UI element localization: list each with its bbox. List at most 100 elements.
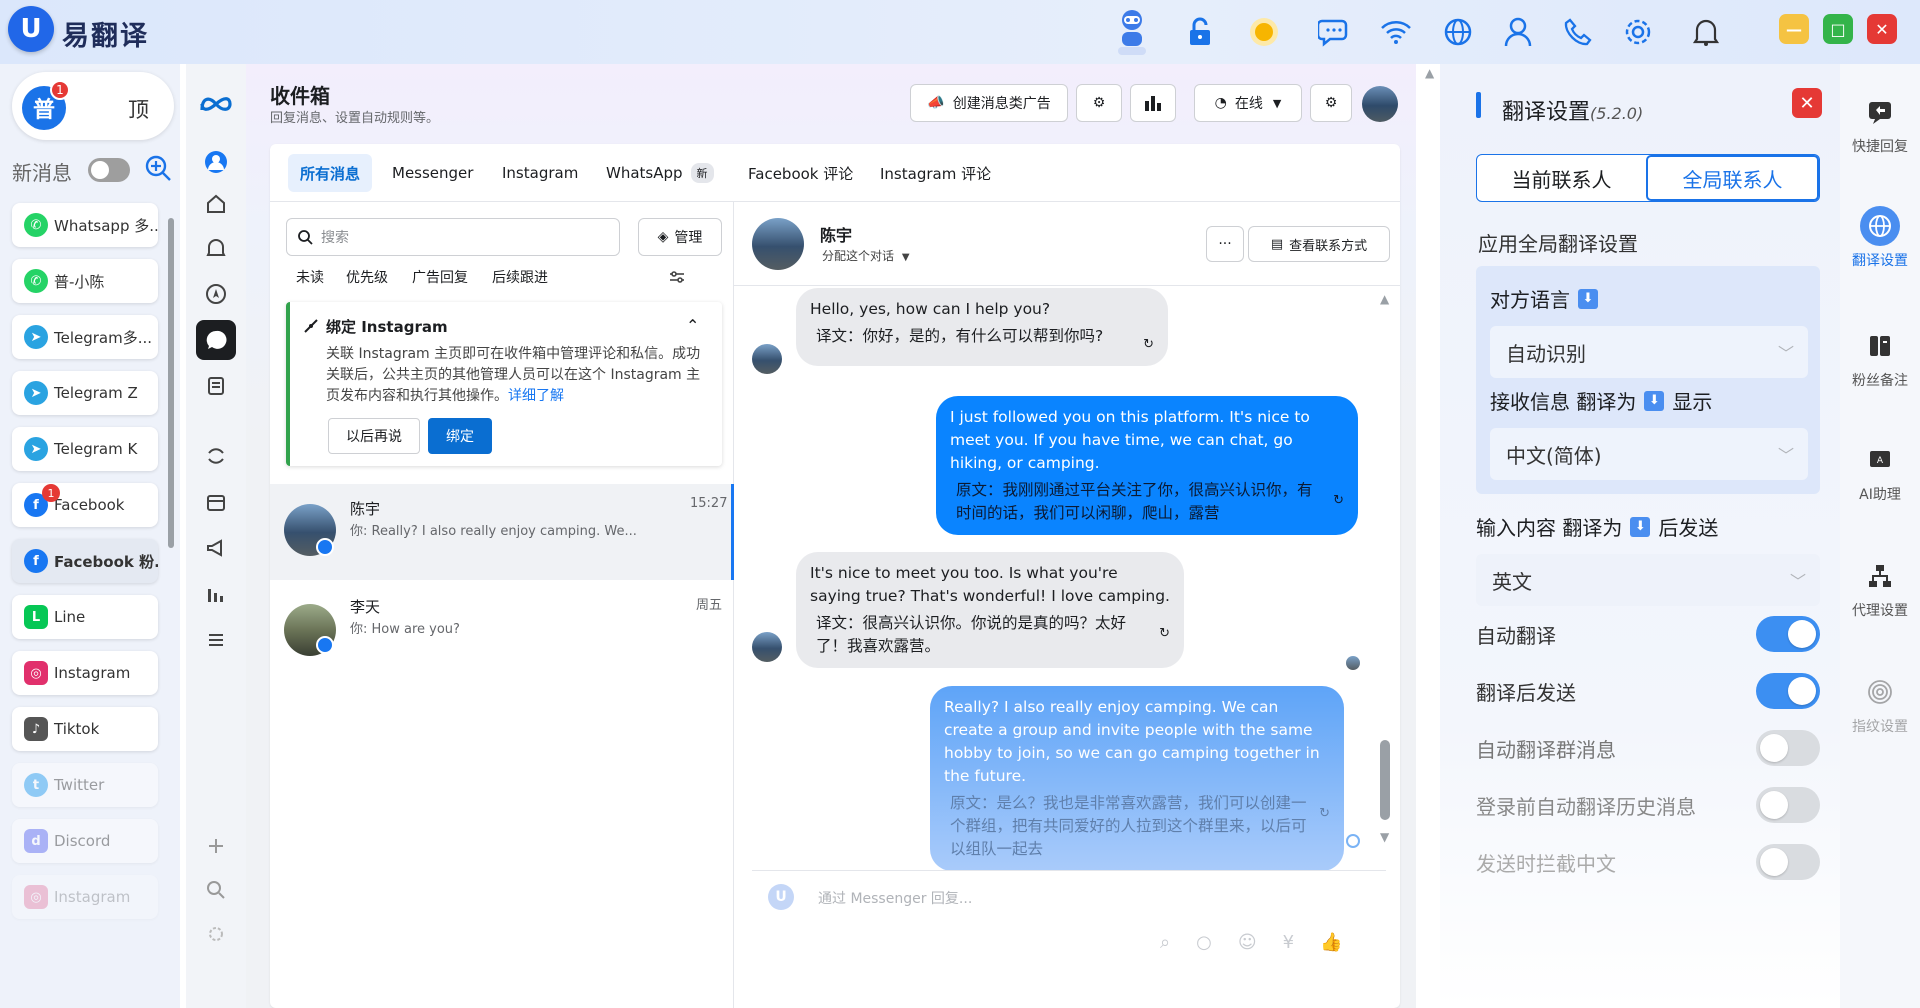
globe-icon[interactable] — [1440, 14, 1476, 50]
account-item[interactable]: ✆ 普-小陈 — [12, 259, 158, 303]
fan-notes-tool[interactable]: 粉丝备注 — [1840, 326, 1920, 390]
tab-messenger[interactable]: Messenger — [380, 154, 485, 192]
conversation-row[interactable] — [270, 582, 734, 678]
tab-instagram[interactable]: Instagram — [490, 154, 590, 192]
close-window-button[interactable]: ✕ — [1867, 14, 1897, 44]
attachment-icon[interactable]: ⌕ — [1160, 932, 1170, 953]
filter-follow-up[interactable]: 后续跟进 — [492, 264, 548, 290]
emoji-icon[interactable]: ☺ — [1238, 932, 1257, 953]
bind-button[interactable]: 绑定 — [428, 418, 492, 454]
campaign-icon[interactable] — [196, 436, 236, 476]
scroll-down-icon[interactable]: ▼ — [1380, 830, 1389, 844]
add-account-icon[interactable] — [144, 154, 172, 182]
insights-button[interactable] — [1130, 84, 1176, 122]
current-contact-tab[interactable]: 当前联系人 — [1477, 155, 1646, 201]
inbox-icon[interactable] — [196, 320, 236, 360]
retranslate-icon[interactable]: ↻ — [1159, 622, 1170, 658]
compass-icon[interactable] — [196, 274, 236, 314]
proxy-settings-tool[interactable]: 代理设置 — [1840, 556, 1920, 620]
tab-facebook-comments[interactable]: Facebook 评论 — [736, 154, 865, 192]
unlock-icon[interactable] — [1182, 14, 1218, 50]
account-list-scrollbar[interactable] — [168, 218, 174, 548]
settings-icon[interactable] — [196, 914, 236, 954]
megaphone-icon[interactable] — [196, 528, 236, 568]
add-icon[interactable] — [196, 826, 236, 866]
account-item[interactable]: f Facebook 粉... — [12, 539, 158, 583]
account-item[interactable]: ➤ Telegram多... — [12, 315, 158, 359]
fingerprint-settings-tool[interactable]: 指纹设置 — [1840, 672, 1920, 736]
filter-settings-icon[interactable] — [668, 268, 686, 286]
new-message-toggle[interactable] — [88, 158, 130, 182]
account-item[interactable]: ➤ Telegram K — [12, 427, 158, 471]
close-panel-button[interactable]: ✕ — [1792, 88, 1822, 118]
receive-language-select[interactable]: 中文(简体) ﹀ — [1490, 428, 1808, 480]
account-item[interactable]: ♪ Tiktok — [12, 707, 158, 751]
filter-unread[interactable]: 未读 — [296, 264, 324, 290]
like-icon[interactable]: 👍 — [1320, 932, 1342, 953]
translation-settings-tool[interactable]: 翻译设置 — [1840, 206, 1920, 270]
scroll-up-icon[interactable]: ▲ — [1380, 292, 1389, 306]
menu-icon[interactable] — [196, 620, 236, 660]
reply-input[interactable]: 通过 Messenger 回复... — [818, 888, 972, 908]
translate-toggle-icon[interactable]: U — [768, 884, 794, 910]
collapse-icon[interactable]: ⌃ — [686, 316, 699, 335]
other-language-select[interactable]: 自动识别 ﹀ — [1490, 326, 1808, 378]
input-language-select[interactable]: 英文 ﹀ — [1476, 554, 1820, 606]
search-input[interactable]: 搜索 — [286, 218, 620, 256]
tab-instagram-comments[interactable]: Instagram 评论 — [868, 154, 1003, 192]
later-button[interactable]: 以后再说 — [328, 418, 420, 454]
main-scrollbar[interactable] — [1424, 64, 1438, 1008]
more-options-button[interactable]: ··· — [1206, 226, 1244, 262]
assign-conversation-dropdown[interactable]: 分配这个对话 ▼ — [822, 247, 910, 264]
scroll-up-icon[interactable]: ▲ — [1425, 66, 1434, 80]
page-avatar[interactable] — [1362, 86, 1398, 122]
gear-icon[interactable] — [1620, 14, 1656, 50]
pages-icon[interactable] — [196, 366, 236, 406]
insights-icon[interactable] — [196, 574, 236, 614]
auto-translate-toggle[interactable] — [1756, 616, 1820, 652]
block-chinese-toggle[interactable] — [1756, 844, 1820, 880]
status-dropdown[interactable]: ◔ 在线 ▼ — [1194, 84, 1302, 122]
chat-scrollbar[interactable] — [1380, 740, 1390, 820]
account-item[interactable]: ➤ Telegram Z — [12, 371, 158, 415]
learn-more-link[interactable]: 详细了解 — [508, 388, 564, 404]
message-bubble-incoming[interactable]: It's nice to meet you too. Is what you'r… — [796, 552, 1184, 668]
create-message-ad-button[interactable]: 📣 创建消息类广告 — [910, 84, 1068, 122]
quick-reply-tool[interactable]: 快捷回复 — [1840, 92, 1920, 156]
tab-all-messages[interactable]: 所有消息 — [288, 154, 373, 192]
wifi-icon[interactable] — [1378, 14, 1414, 50]
sun-icon[interactable] — [1246, 14, 1282, 50]
message-bubble-incoming[interactable]: Hello, yes, how can I help you? 译文：你好，是的… — [796, 288, 1168, 366]
translate-history-toggle[interactable] — [1756, 787, 1820, 823]
account-item[interactable]: ◎ Instagram — [12, 875, 158, 919]
retranslate-icon[interactable]: ↻ — [1143, 333, 1154, 356]
account-avatar-icon[interactable] — [196, 142, 236, 182]
user-icon[interactable] — [1500, 14, 1536, 50]
bell-icon[interactable] — [1688, 14, 1724, 50]
contact-avatar[interactable] — [752, 218, 804, 270]
filter-ad-replies[interactable]: 广告回复 — [412, 264, 468, 290]
home-icon[interactable] — [196, 184, 236, 224]
account-item[interactable]: ◎ Instagram — [12, 651, 158, 695]
settings-button[interactable]: ⚙ — [1310, 84, 1352, 122]
chat-bubbles-icon[interactable] — [1316, 14, 1352, 50]
account-item[interactable]: ✆ Whatsapp 多... — [12, 203, 158, 247]
pin-mode-button[interactable]: 顶 — [128, 94, 149, 124]
tab-whatsapp[interactable]: WhatsApp 新 — [594, 154, 726, 192]
notifications-icon[interactable] — [196, 228, 236, 268]
minimize-button[interactable]: — — [1779, 14, 1809, 44]
retranslate-icon[interactable]: ↻ — [1333, 489, 1344, 525]
view-contact-button[interactable]: ▤ 查看联系方式 — [1248, 226, 1390, 262]
message-bubble-outgoing[interactable]: I just followed you on this platform. It… — [936, 396, 1358, 535]
meta-logo-icon[interactable] — [196, 84, 236, 124]
global-contact-tab[interactable]: 全局联系人 — [1646, 155, 1819, 201]
account-item[interactable]: L Line — [12, 595, 158, 639]
account-item[interactable]: t Twitter — [12, 763, 158, 807]
message-bubble-outgoing[interactable]: Really? I also really enjoy camping. We … — [930, 686, 1344, 871]
robot-icon[interactable] — [1112, 6, 1152, 58]
currency-icon[interactable]: ¥ — [1283, 932, 1294, 953]
account-item[interactable]: f Facebook — [12, 483, 158, 527]
account-item[interactable]: d Discord — [12, 819, 158, 863]
send-after-translate-toggle[interactable] — [1756, 673, 1820, 709]
ai-assistant-tool[interactable]: A AI助理 — [1840, 440, 1920, 504]
